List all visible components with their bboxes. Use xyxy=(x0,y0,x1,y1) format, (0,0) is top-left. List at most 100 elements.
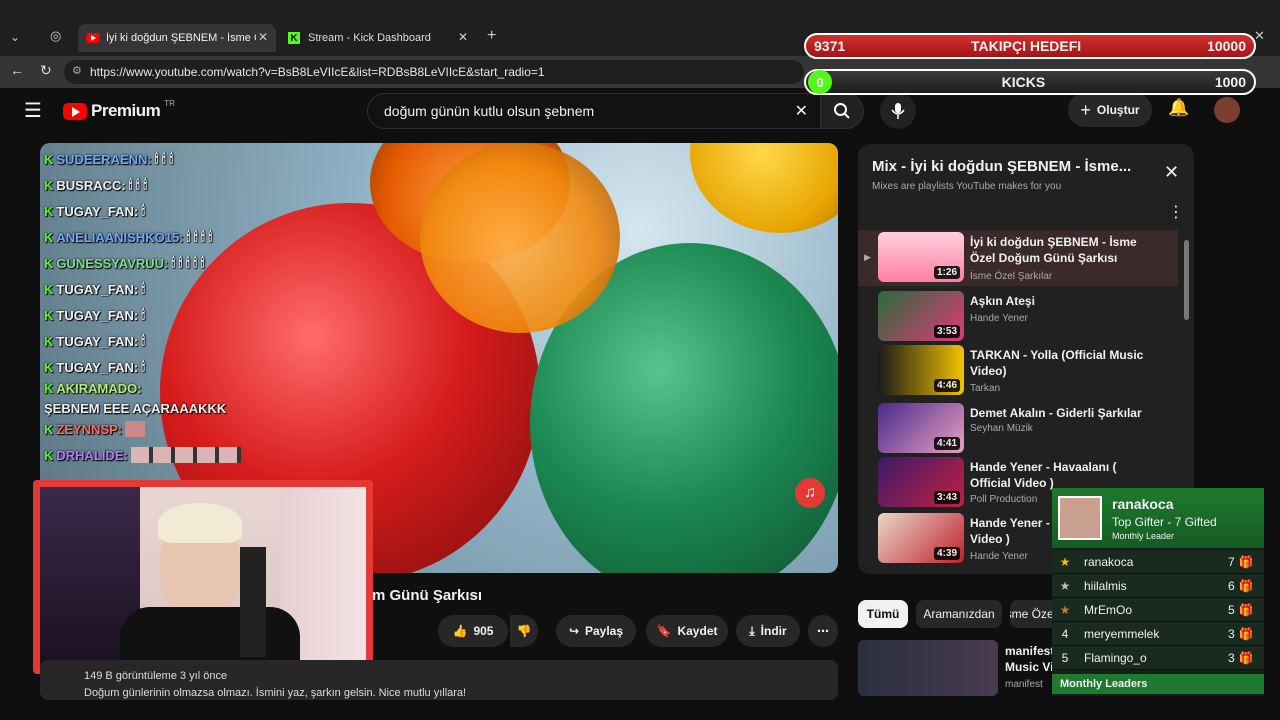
goal-current: 0 xyxy=(808,70,832,94)
chip-all[interactable]: Tümü xyxy=(858,600,908,628)
chat-message: 🕯 xyxy=(141,333,145,348)
item-channel: İsme Özel Şarkılar xyxy=(970,271,1053,282)
tab-kick-dashboard[interactable]: K Stream - Kick Dashboard ✕ xyxy=(280,24,476,52)
count: 7 xyxy=(1228,554,1235,569)
item-channel: Poll Production xyxy=(970,494,1038,505)
playlist-item[interactable]: 3:53 Aşkın Ateşi Hande Yener xyxy=(858,289,1178,345)
kick-badge-icon: K xyxy=(44,229,54,245)
count: 3 xyxy=(1228,650,1235,665)
thumbnail: 3:43 xyxy=(878,457,964,507)
chat-line: K TUGAY_FAN: 🕯 xyxy=(44,302,304,328)
tab-search-chevron-icon[interactable]: ⌄ xyxy=(10,30,20,44)
more-horiz-icon: ⋯ xyxy=(817,624,829,638)
goal-target: 1000 xyxy=(1214,74,1246,90)
search-input[interactable]: doğum günün kutlu olsun şebnem ✕ xyxy=(367,93,821,129)
name: MrEmOo xyxy=(1084,602,1132,617)
gifter-leaderboard: ranakoca Top Gifter - 7 Gifted Monthly L… xyxy=(1052,488,1264,696)
chat-username: BUSRACC: xyxy=(56,177,126,193)
chat-username: TUGAY_FAN: xyxy=(56,333,139,349)
webcam-overlay xyxy=(33,480,373,674)
chat-message: 🕯 xyxy=(141,307,145,322)
chip-from-search[interactable]: Aramanızdan xyxy=(916,600,1002,628)
youtube-logo[interactable]: Premium TR xyxy=(63,98,175,121)
tab-groups-icon[interactable]: ◎ xyxy=(50,28,61,44)
microphone-icon xyxy=(891,103,905,119)
avatar[interactable] xyxy=(1214,97,1240,123)
chat-message: 🕯 xyxy=(141,359,145,374)
duration: 3:53 xyxy=(933,325,960,338)
playlist-item[interactable]: 4:41 Demet Akalın - Giderli Şarkılar Sey… xyxy=(858,401,1178,457)
like-count: 905 xyxy=(473,624,494,638)
item-channel: Hande Yener xyxy=(970,551,1028,562)
kick-badge-icon: K xyxy=(44,255,54,271)
chat-message: 🕯 🕯 🕯 xyxy=(154,151,174,166)
menu-icon[interactable]: ☰ xyxy=(24,98,42,123)
search-icon xyxy=(834,103,850,119)
video-title: m Günü Şarkısı xyxy=(372,587,483,604)
close-icon[interactable]: ✕ xyxy=(1164,162,1179,183)
reload-icon[interactable]: ↻ xyxy=(40,62,52,79)
new-tab-icon[interactable]: + xyxy=(487,27,496,45)
chat-username: SUDEERAENN: xyxy=(56,151,152,167)
kick-badge-icon: K xyxy=(44,447,54,463)
balloon-orange-2 xyxy=(420,143,620,333)
chat-line: K TUGAY_FAN: 🕯 xyxy=(44,198,304,224)
description-box[interactable]: 149 B görüntüleme 3 yıl önce Doğum günle… xyxy=(40,660,838,700)
item-title: İyi ki doğdun ŞEBNEM - İsme Özel Doğum G… xyxy=(970,235,1137,265)
notifications-bell-icon[interactable]: 🔔 xyxy=(1168,98,1189,118)
gift-icon: 🎁 xyxy=(1238,578,1254,593)
voice-search-button[interactable] xyxy=(880,93,916,129)
gift-icon: 🎁 xyxy=(1238,602,1254,617)
window-close-icon[interactable]: ✕ xyxy=(1254,28,1265,44)
youtube-play-icon xyxy=(63,102,87,120)
chat-username: TUGAY_FAN: xyxy=(56,203,139,219)
thumbnail: 4:46 xyxy=(878,345,964,395)
duration: 4:39 xyxy=(933,547,960,560)
thumbnail: 4:39 xyxy=(878,513,964,563)
search-button[interactable] xyxy=(820,93,864,129)
playlist-item[interactable]: ▶ 1:26 İyi ki doğdun ŞEBNEM - İsme Özel … xyxy=(858,230,1178,286)
playlist-item[interactable]: 4:46 TARKAN - Yolla (Official Music Vide… xyxy=(858,343,1178,399)
site-info-icon[interactable]: ⚙ xyxy=(72,64,82,77)
close-icon[interactable]: ✕ xyxy=(458,30,468,44)
back-arrow-icon[interactable]: ← xyxy=(10,62,24,78)
goal-current: 9371 xyxy=(814,38,846,54)
item-title: TARKAN - Yolla (Official Music Video) xyxy=(970,348,1144,378)
kicks-goal-bar: 0 KICKS 1000 xyxy=(804,69,1256,95)
more-actions-button[interactable]: ⋯ xyxy=(808,615,838,647)
thumbnail: 1:26 xyxy=(878,232,964,282)
chat-message: ŞEBNEM EEE AÇARAAAKKK xyxy=(44,401,227,416)
scrollbar[interactable] xyxy=(1184,240,1189,320)
rank: 4 xyxy=(1061,626,1069,641)
kick-badge-icon: K xyxy=(44,151,54,167)
create-button[interactable]: + Oluştur xyxy=(1068,93,1152,127)
leaderboard-row: ★ hiilalmis 6 🎁 xyxy=(1052,574,1264,598)
music-note-icon: ♫ xyxy=(795,478,825,508)
duration: 4:46 xyxy=(933,379,960,392)
save-button[interactable]: 🔖 Kaydet xyxy=(646,615,728,647)
goal-label: KICKS xyxy=(1001,74,1046,90)
dislike-button[interactable]: 👎 xyxy=(510,615,538,647)
download-button[interactable]: ⤓ İndir xyxy=(736,615,800,647)
close-icon[interactable]: ✕ xyxy=(258,30,268,44)
name: Flamingo_o xyxy=(1084,650,1147,665)
thumbs-down-icon: 👎 xyxy=(516,624,532,638)
tab-youtube[interactable]: İyi ki doğdun ŞEBNEM - İsme Özel ✕ xyxy=(78,24,276,52)
kick-favicon-icon: K xyxy=(288,32,300,44)
more-vert-icon[interactable]: ⋮ xyxy=(1168,202,1184,222)
url-text: https://www.youtube.com/watch?v=BsB8LeVI… xyxy=(90,65,545,79)
related-thumbnail[interactable] xyxy=(858,640,998,696)
item-title: Hande Yener - Havaalanı ( Official Video… xyxy=(970,460,1117,490)
clear-search-icon[interactable]: ✕ xyxy=(795,101,808,121)
share-button[interactable]: ↪ Paylaş xyxy=(556,615,636,647)
thumbnail: 3:53 xyxy=(878,291,964,341)
kick-badge-icon: K xyxy=(44,177,54,193)
leader-avatar xyxy=(1058,496,1102,540)
logo-region: TR xyxy=(164,98,175,108)
chat-username: TUGAY_FAN: xyxy=(56,307,139,323)
url-field[interactable]: ⚙ https://www.youtube.com/watch?v=BsB8Le… xyxy=(64,60,804,84)
download-icon: ⤓ xyxy=(749,623,755,638)
leader-subtitle: Monthly Leader xyxy=(1112,531,1175,541)
chat-line: K TUGAY_FAN: 🕯 xyxy=(44,354,304,380)
like-button[interactable]: 👍 905 xyxy=(438,615,508,647)
